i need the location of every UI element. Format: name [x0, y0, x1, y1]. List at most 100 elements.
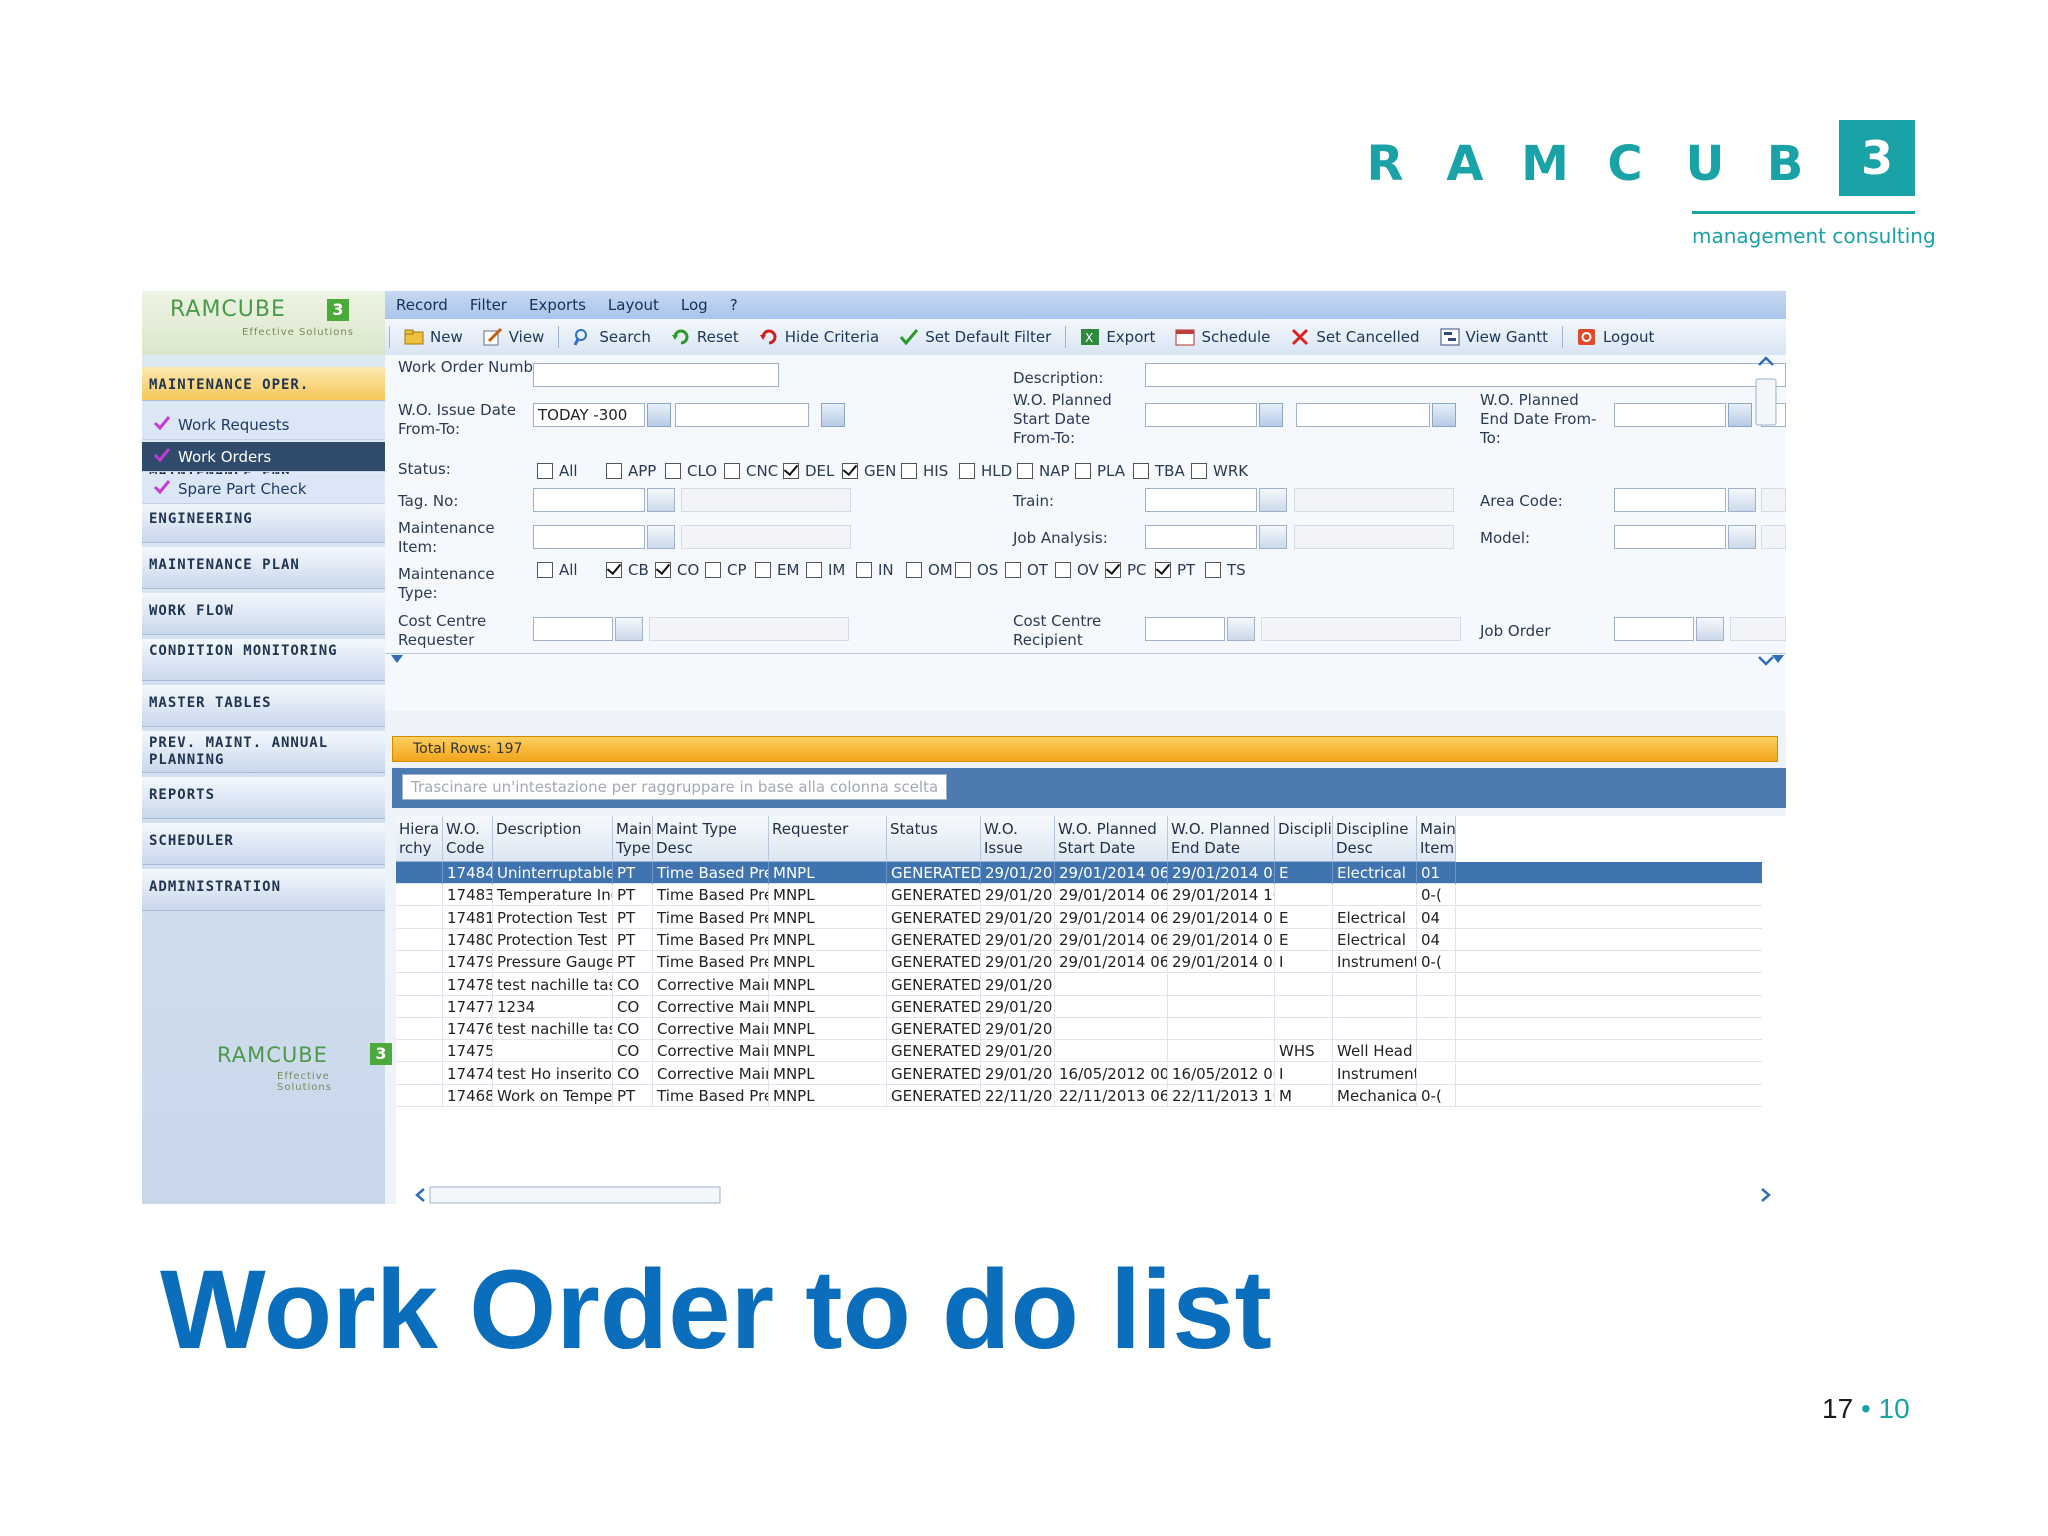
calendar-icon[interactable]: [1432, 403, 1456, 427]
checkbox-box[interactable]: [901, 463, 917, 479]
planned-start-from-input[interactable]: [1145, 403, 1257, 427]
maint_type-checkbox-ot[interactable]: OT: [1005, 561, 1048, 579]
tag-input[interactable]: [533, 488, 645, 512]
sidebar-section-work-flow[interactable]: WORK FLOW: [142, 593, 385, 635]
checkbox-box[interactable]: [1105, 562, 1121, 578]
checkbox-box[interactable]: [1075, 463, 1091, 479]
maint_type-checkbox-co[interactable]: CO: [655, 561, 699, 579]
column-header-12[interactable]: Mainte Item: [1417, 816, 1456, 862]
menu-log[interactable]: Log: [670, 296, 719, 314]
status-checkbox-tba[interactable]: TBA: [1133, 462, 1185, 480]
checkbox-box[interactable]: [665, 463, 681, 479]
maint_type-checkbox-ov[interactable]: OV: [1055, 561, 1099, 579]
column-header-5[interactable]: Requester: [769, 816, 887, 862]
maint_type-checkbox-pc[interactable]: PC: [1105, 561, 1147, 579]
calendar-icon[interactable]: [1728, 403, 1752, 427]
issue-date-to-input[interactable]: [675, 403, 809, 427]
checkbox-box[interactable]: [1191, 463, 1207, 479]
description-input[interactable]: [1145, 363, 1786, 387]
vertical-scrollbar[interactable]: [1754, 351, 1778, 677]
checkbox-box[interactable]: [1055, 562, 1071, 578]
checkbox-box[interactable]: [1155, 562, 1171, 578]
sidebar-item-work-requests[interactable]: Work Requests: [142, 410, 385, 440]
table-row[interactable]: 17475 COCorrective Mainte...MNPLGENERATED…: [396, 1040, 1762, 1063]
maint_type-checkbox-pt[interactable]: PT: [1155, 561, 1195, 579]
checkbox-box[interactable]: [842, 463, 858, 479]
table-row[interactable]: 17468Work on Temper...PTTime Based Preve…: [396, 1085, 1762, 1107]
menu-exports[interactable]: Exports: [518, 296, 597, 314]
status-checkbox-wrk[interactable]: WRK: [1191, 462, 1248, 480]
status-checkbox-cnc[interactable]: CNC: [724, 462, 778, 480]
sidebar-section-master-tables[interactable]: MASTER TABLES: [142, 685, 385, 727]
lookup-icon[interactable]: [1728, 525, 1756, 549]
calendar-icon[interactable]: [1259, 403, 1283, 427]
column-header-9[interactable]: W.O. Planned End Date: [1168, 816, 1275, 862]
status-checkbox-pla[interactable]: PLA: [1075, 462, 1125, 480]
menu-filter[interactable]: Filter: [459, 296, 518, 314]
table-row[interactable]: 17476test nachille task ...COCorrective …: [396, 1018, 1762, 1041]
hide-criteria-button[interactable]: Hide Criteria: [749, 322, 889, 352]
table-row[interactable]: 17474test Ho inserito q...COCorrective M…: [396, 1062, 1762, 1085]
column-header-4[interactable]: Maint Type Desc: [653, 816, 769, 862]
column-header-8[interactable]: W.O. Planned Start Date: [1055, 816, 1168, 862]
sidebar-section-prev-maint-annual-planning[interactable]: PREV. MAINT. ANNUAL PLANNING: [142, 731, 385, 773]
table-row[interactable]: 17479Pressure GaugePTTime Based Preve...…: [396, 951, 1762, 974]
column-header-2[interactable]: Description: [493, 816, 613, 862]
set-cancelled-button[interactable]: Set Cancelled: [1280, 322, 1429, 352]
table-row[interactable]: 17481Protection Test (...PTTime Based Pr…: [396, 906, 1762, 929]
checkbox-box[interactable]: [906, 562, 922, 578]
model-input[interactable]: [1614, 525, 1726, 549]
job-order-input[interactable]: [1614, 617, 1694, 641]
checkbox-box[interactable]: [1017, 463, 1033, 479]
wo-number-input[interactable]: [533, 363, 779, 387]
maint_type-checkbox-in[interactable]: IN: [856, 561, 894, 579]
column-header-11[interactable]: Discipline Desc: [1333, 816, 1417, 862]
checkbox-box[interactable]: [755, 562, 771, 578]
checkbox-box[interactable]: [606, 463, 622, 479]
checkbox-box[interactable]: [856, 562, 872, 578]
status-checkbox-clo[interactable]: CLO: [665, 462, 717, 480]
collapse-arrow-icon[interactable]: [391, 655, 403, 665]
maint_type-checkbox-cp[interactable]: CP: [705, 561, 747, 579]
sidebar-section-condition-monitoring[interactable]: CONDITION MONITORING: [142, 639, 385, 681]
table-row[interactable]: 174771234COCorrective Mainte...MNPLGENER…: [396, 995, 1762, 1018]
lookup-icon[interactable]: [1696, 617, 1724, 641]
logout-button[interactable]: Logout: [1567, 322, 1664, 352]
lookup-icon[interactable]: [1227, 617, 1255, 641]
sidebar-item-work-orders[interactable]: Work Orders: [142, 442, 385, 472]
status-checkbox-hld[interactable]: HLD: [959, 462, 1012, 480]
column-header-10[interactable]: Discipline: [1275, 816, 1333, 862]
checkbox-box[interactable]: [806, 562, 822, 578]
lookup-icon[interactable]: [1728, 488, 1756, 512]
maint_type-checkbox-all[interactable]: All: [537, 561, 578, 579]
checkbox-box[interactable]: [1205, 562, 1221, 578]
job-analysis-input[interactable]: [1145, 525, 1257, 549]
view-button[interactable]: View: [473, 322, 555, 352]
checkbox-box[interactable]: [724, 463, 740, 479]
lookup-icon[interactable]: [1259, 488, 1287, 512]
area-code-input[interactable]: [1614, 488, 1726, 512]
group-by-hint[interactable]: Trascinare un'intestazione per raggruppa…: [402, 774, 948, 800]
reset-button[interactable]: Reset: [661, 322, 749, 352]
set-default-filter-button[interactable]: Set Default Filter: [889, 322, 1061, 352]
maint_type-checkbox-im[interactable]: IM: [806, 561, 845, 579]
planned-start-to-input[interactable]: [1296, 403, 1430, 427]
horizontal-scrollbar[interactable]: [412, 1186, 1778, 1204]
column-header-3[interactable]: Maint Type: [613, 816, 653, 862]
table-row[interactable]: 17483Temperature Indi...PTTime Based Pre…: [396, 884, 1762, 907]
checkbox-box[interactable]: [955, 562, 971, 578]
calendar-icon[interactable]: [647, 403, 671, 427]
menu-help[interactable]: ?: [719, 296, 749, 314]
lookup-icon[interactable]: [615, 617, 643, 641]
checkbox-box[interactable]: [537, 463, 553, 479]
status-checkbox-his[interactable]: HIS: [901, 462, 948, 480]
table-row[interactable]: 17478test nachille task ...COCorrective …: [396, 973, 1762, 996]
lookup-icon[interactable]: [1259, 525, 1287, 549]
sidebar-section-maintenance-plan[interactable]: MAINTENANCE PLAN: [142, 547, 385, 589]
sidebar-section-engineering[interactable]: ENGINEERING: [142, 501, 385, 543]
checkbox-box[interactable]: [537, 562, 553, 578]
status-checkbox-all[interactable]: All: [537, 462, 578, 480]
sidebar-item-spare-part-check[interactable]: Spare Part Check: [142, 474, 385, 504]
lookup-icon[interactable]: [647, 488, 675, 512]
status-checkbox-gen[interactable]: GEN: [842, 462, 896, 480]
